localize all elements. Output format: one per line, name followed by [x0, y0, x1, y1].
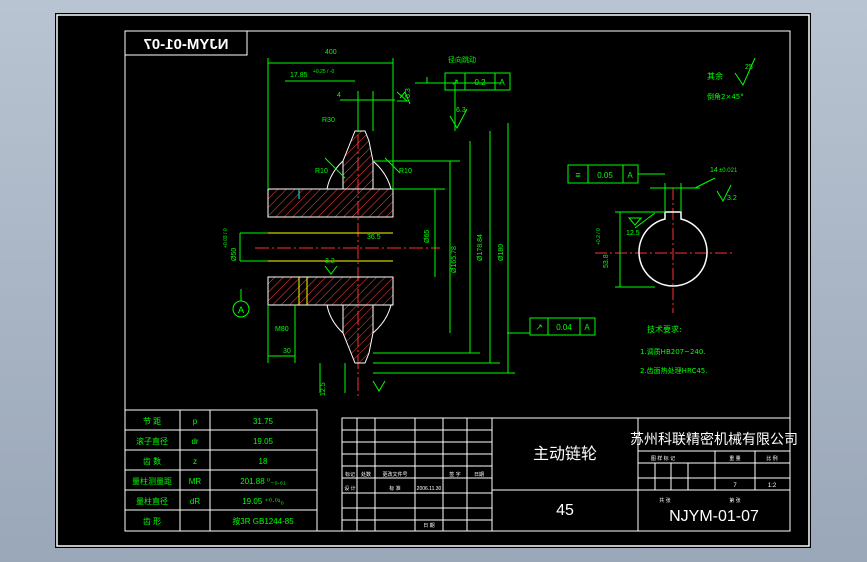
svg-text:2.齿面热处理HRC45.: 2.齿面热处理HRC45.	[640, 366, 707, 375]
svg-text:更改文件号: 更改文件号	[382, 471, 407, 478]
hub-lower-section	[267, 276, 394, 306]
svg-text:设 计: 设 计	[344, 485, 355, 492]
param-name: 量柱测量距	[132, 476, 172, 486]
dim-d178-84: Ø178.84	[477, 234, 484, 261]
dim-d180: Ø180	[498, 244, 505, 261]
svg-text:A: A	[499, 78, 505, 87]
datum-a-marker: A	[232, 289, 250, 318]
param-value: 19.05	[253, 437, 274, 446]
dimension-texts: 400 17.85 +0.25 / -0 4 R30 R10 R10 36.5 …	[223, 49, 753, 396]
dimension-lines	[239, 58, 531, 393]
param-value: 18	[259, 457, 268, 466]
param-name: 节 距	[143, 417, 161, 426]
dim-r30: R30	[322, 117, 335, 124]
svg-text:第 张: 第 张	[729, 497, 740, 504]
gdt-face-runout-frame: ↗ 0.04 A	[529, 317, 596, 336]
dim-d50-tol: +0.03 / 0	[223, 228, 229, 248]
part-name: 主动链轮	[533, 444, 597, 463]
dim-36-5: 36.5	[367, 234, 381, 241]
dim-r10-left: R10	[315, 168, 328, 175]
svg-text:标 准: 标 准	[389, 485, 400, 492]
dim-17-85-tol: +0.25 / -0	[313, 69, 334, 75]
svg-text:0.2: 0.2	[474, 78, 486, 87]
svg-text:其余: 其余	[707, 71, 723, 81]
rest-surface-note: 其余 倒角2×45°	[707, 71, 744, 101]
tooth-upper	[342, 130, 374, 190]
drawing-number: NJYM-01-07	[669, 508, 759, 525]
param-name: 量柱直径	[136, 496, 168, 506]
svg-text:A: A	[627, 171, 633, 180]
svg-text:1:2: 1:2	[768, 483, 777, 489]
gdt-runout-frame: 径向跳动 ↗ 0.2 A	[444, 55, 511, 91]
param-symbol: z	[193, 457, 197, 466]
svg-text:技术要求:: 技术要求:	[647, 324, 682, 334]
rough-12-5-front: 12.5	[626, 230, 640, 237]
param-name: 齿 数	[143, 456, 161, 466]
hub-upper-section	[267, 188, 394, 218]
mirrored-drawing-number: NJYM-01-07	[124, 30, 248, 56]
gdt-symmetry-frame: ≡ 0.05 A	[567, 164, 665, 184]
svg-text:1.调质HB207~240.: 1.调质HB207~240.	[640, 347, 706, 356]
svg-text:比 例: 比 例	[766, 455, 777, 462]
svg-text:日期: 日期	[474, 472, 484, 478]
dim-30: 30	[283, 348, 291, 355]
svg-text:共 张: 共 张	[659, 497, 670, 504]
param-value: 201.88 ⁰₋₀.₆₁	[240, 477, 286, 486]
rough-3-2-key: 3.2	[727, 195, 737, 202]
param-value: 31.75	[253, 417, 274, 426]
dim-d165-78: Ø165.78	[451, 246, 458, 273]
dim-400: 400	[325, 49, 337, 56]
company-name: 苏州科联精密机械有限公司	[630, 431, 798, 448]
param-symbol: p	[193, 417, 198, 426]
rough-3-2-bore: 3.2	[325, 258, 335, 265]
technical-requirements: 技术要求: 1.调质HB207~240. 2.齿面热处理HRC45.	[640, 324, 707, 375]
dim-key-tol: ±0.021	[719, 168, 738, 174]
dim-17-85: 17.85	[290, 72, 308, 79]
part-material: 45	[556, 502, 574, 519]
param-symbol: MR	[189, 477, 202, 486]
svg-text:NJYM-01-07: NJYM-01-07	[143, 36, 228, 53]
svg-text:A: A	[584, 323, 590, 332]
param-symbol: dr	[191, 437, 198, 446]
front-view-bore	[595, 177, 735, 313]
svg-text:日 期: 日 期	[423, 523, 434, 529]
svg-text:A: A	[238, 305, 244, 315]
svg-text:标记: 标记	[345, 471, 355, 478]
svg-text:处数: 处数	[361, 471, 371, 478]
svg-text:7: 7	[733, 483, 737, 489]
sprocket-section-view	[255, 113, 440, 398]
param-value: 按3R GB1244-85	[232, 516, 294, 526]
dim-4: 4	[337, 92, 341, 99]
dim-key-width: 14	[710, 167, 718, 174]
param-name: 齿 形	[143, 517, 161, 526]
roughness-symbols	[324, 57, 756, 392]
svg-text:0.04: 0.04	[556, 323, 572, 332]
param-symbol: dR	[190, 497, 200, 506]
param-name: 滚子直径	[136, 436, 168, 446]
drawing-svg: NJYM-01-07 A 400 17.85 +0.25 / -0 4 R30 …	[56, 14, 810, 547]
cad-drawing-canvas: NJYM-01-07 A 400 17.85 +0.25 / -0 4 R30 …	[55, 13, 811, 548]
dim-key-depth: 53.8	[603, 254, 610, 268]
svg-text:倒角2×45°: 倒角2×45°	[707, 92, 744, 101]
svg-text:重 量: 重 量	[729, 455, 740, 462]
svg-text:0.05: 0.05	[597, 171, 613, 180]
svg-text:↗: ↗	[535, 322, 543, 332]
param-value: 19.05 ⁺⁰·⁰¹₀	[242, 497, 284, 506]
dim-d50: Ø50	[231, 248, 238, 261]
rough-6-3-side: 6.3	[405, 88, 412, 98]
svg-text:≡: ≡	[575, 170, 580, 180]
chain-parameter-table: 节 距 p 31.75 滚子直径 dr 19.05 齿 数 z 18 量柱测量距…	[124, 409, 318, 532]
dim-d65: Ø65	[424, 230, 431, 243]
svg-text:径向跳动: 径向跳动	[448, 55, 476, 64]
svg-text:↗: ↗	[451, 77, 459, 87]
tooth-lower	[342, 304, 374, 364]
svg-text:签 字: 签 字	[449, 471, 460, 478]
rough-12-5-bottom: 12.5	[320, 382, 327, 396]
dim-key-depth-tol: +0.2 / 0	[596, 228, 602, 245]
svg-text:2006.11.30: 2006.11.30	[417, 486, 442, 492]
dim-m80: M80	[275, 326, 289, 333]
dim-r10-right: R10	[399, 168, 412, 175]
title-block-text: 主动链轮 45 苏州科联精密机械有限公司 NJYM-01-07 标记 处数 更改…	[344, 431, 798, 529]
svg-text:图 样 标 记: 图 样 标 记	[651, 455, 675, 462]
